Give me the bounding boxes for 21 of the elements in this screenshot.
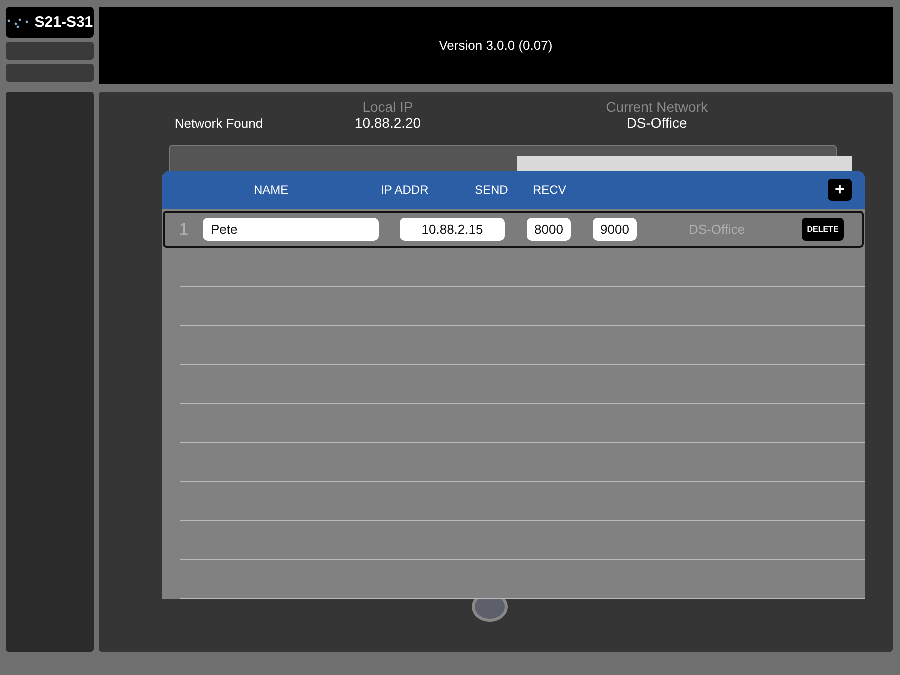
dots-icon	[6, 18, 29, 28]
local-ip-label: Local IP	[362, 99, 414, 115]
current-network-value: DS-Office	[626, 115, 688, 131]
recv-port-field[interactable]: 9000	[593, 218, 637, 241]
send-port-field[interactable]: 8000	[527, 218, 571, 241]
name-field[interactable]: Pete	[203, 218, 379, 241]
column-header: RECV	[533, 183, 566, 197]
version-text: Version 3.0.0 (0.07)	[439, 38, 553, 53]
column-header: IP ADDR	[381, 183, 430, 197]
local-ip-value: 10.88.2.20	[354, 115, 422, 131]
delete-button[interactable]: DELETE	[802, 218, 844, 241]
network-status: Network Found	[174, 116, 264, 131]
sidebar-button[interactable]	[6, 42, 94, 60]
ip-field[interactable]: 10.88.2.15	[400, 218, 505, 241]
add-button[interactable]: +	[828, 179, 852, 201]
logo-label: S21-S31	[34, 14, 94, 31]
column-header: NAME	[254, 183, 290, 197]
logo-box[interactable]: S21-S31	[6, 7, 94, 38]
current-network-label: Current Network	[606, 99, 708, 115]
column-header: SEND	[475, 183, 510, 197]
sidebar-button[interactable]	[6, 64, 94, 82]
